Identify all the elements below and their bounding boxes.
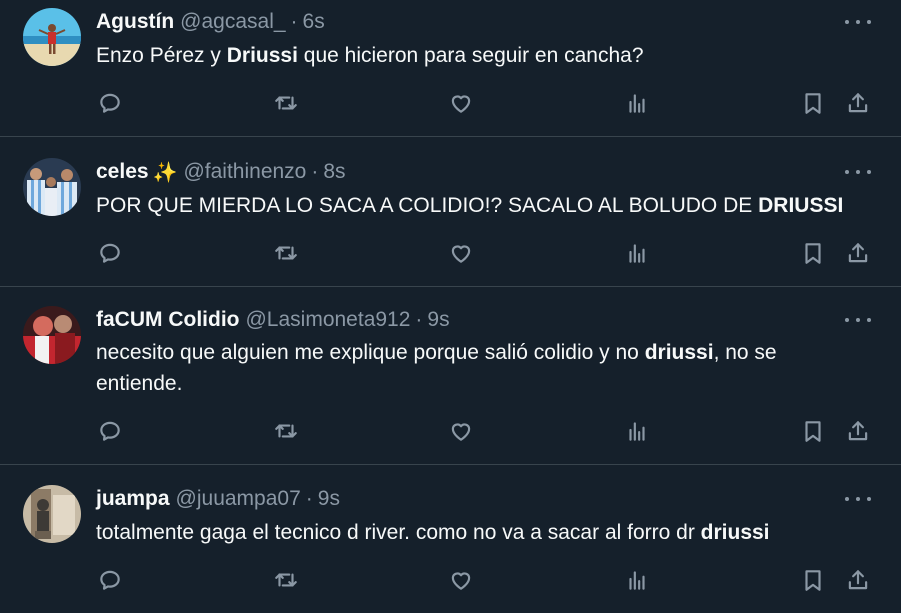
retweet-icon[interactable] [271,88,301,118]
text-segment-bold: DRIUSSI [758,194,844,217]
tweet-text: necesito que alguien me explique porque … [96,337,836,399]
share-icon[interactable] [843,416,873,446]
more-icon[interactable] [845,162,871,182]
retweet-icon[interactable] [271,238,301,268]
avatar[interactable] [23,306,81,364]
tweet-actions [0,416,901,446]
more-icon[interactable] [845,12,871,32]
sparkles-icon: ✨ [152,161,178,184]
tweet-actions [0,238,901,268]
more-icon[interactable] [845,489,871,509]
like-icon[interactable] [446,565,476,595]
avatar[interactable] [23,158,81,216]
text-segment-bold: driussi [644,341,714,364]
separator-dot: · [311,160,319,183]
text-segment: POR QUE MIERDA LO SACA A COLIDIO!? SACAL… [96,194,759,217]
bookmark-icon[interactable] [798,565,828,595]
separator-dot: · [415,308,423,331]
text-segment: que hicieron para seguir en cancha? [297,44,644,67]
tweet-header: celes ✨ @faithinenzo · 8s [96,159,841,185]
reply-icon[interactable] [95,565,125,595]
tweet-actions [0,565,901,595]
text-segment: Enzo Pérez y [96,44,227,67]
user-handle[interactable]: @Lasimoneta912 [245,308,410,332]
text-segment: totalmente gaga el tecnico d river. como… [96,521,701,544]
share-icon[interactable] [843,565,873,595]
tweet-text: Enzo Pérez y Driussi que hicieron para s… [96,40,871,71]
text-segment-bold: driussi [700,521,770,544]
timestamp[interactable]: 9s [427,308,449,332]
tweet[interactable]: juampa @juuampa07 · 9s totalmente gaga e… [0,465,901,613]
text-segment: necesito que alguien me explique porque … [96,341,645,364]
text-segment-bold: Driussi [226,44,298,67]
bookmark-icon[interactable] [798,238,828,268]
display-name[interactable]: juampa [96,487,170,511]
share-icon[interactable] [843,88,873,118]
views-icon[interactable] [622,416,652,446]
views-icon[interactable] [622,238,652,268]
views-icon[interactable] [622,565,652,595]
separator-dot: · [305,487,313,510]
tweet[interactable]: celes ✨ @faithinenzo · 8s POR QUE MIERDA… [0,137,901,287]
avatar[interactable] [23,485,81,543]
user-handle[interactable]: @faithinenzo [183,160,306,184]
tweet-header: juampa @juuampa07 · 9s [96,486,841,512]
like-icon[interactable] [446,238,476,268]
tweet[interactable]: faCUM Colidio @Lasimoneta912 · 9s necesi… [0,287,901,465]
user-handle[interactable]: @agcasal_ [180,10,285,34]
like-icon[interactable] [446,416,476,446]
timestamp[interactable]: 8s [323,160,345,184]
tweet-feed: Agustín @agcasal_ · 6s Enzo Pérez y Driu… [0,0,901,613]
tweet[interactable]: Agustín @agcasal_ · 6s Enzo Pérez y Driu… [0,0,901,137]
tweet-actions [0,88,901,118]
retweet-icon[interactable] [271,565,301,595]
reply-icon[interactable] [95,88,125,118]
reply-icon[interactable] [95,238,125,268]
tweet-header: faCUM Colidio @Lasimoneta912 · 9s [96,307,841,333]
more-icon[interactable] [845,310,871,330]
tweet-header: Agustín @agcasal_ · 6s [96,9,841,35]
timestamp[interactable]: 9s [318,487,340,511]
bookmark-icon[interactable] [798,88,828,118]
views-icon[interactable] [622,88,652,118]
display-name[interactable]: Agustín [96,10,174,34]
avatar[interactable] [23,8,81,66]
reply-icon[interactable] [95,416,125,446]
bookmark-icon[interactable] [798,416,828,446]
separator-dot: · [290,10,298,33]
retweet-icon[interactable] [271,416,301,446]
timestamp[interactable]: 6s [303,10,325,34]
share-icon[interactable] [843,238,873,268]
tweet-text: totalmente gaga el tecnico d river. como… [96,517,871,548]
display-name[interactable]: celes [96,160,149,184]
user-handle[interactable]: @juuampa07 [176,487,301,511]
like-icon[interactable] [446,88,476,118]
display-name[interactable]: faCUM Colidio [96,308,239,332]
tweet-text: POR QUE MIERDA LO SACA A COLIDIO!? SACAL… [96,190,871,221]
